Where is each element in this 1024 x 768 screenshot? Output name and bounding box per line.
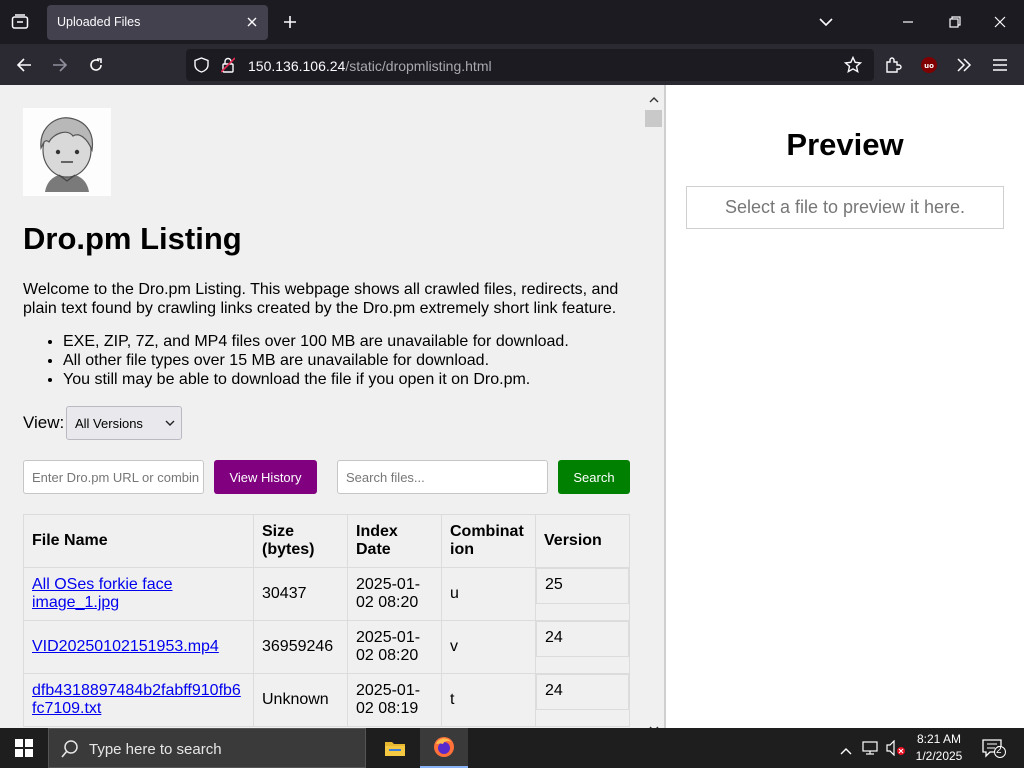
url-text: 150.136.106.24/static/dropmlisting.html bbox=[248, 58, 492, 74]
intro-paragraph: Welcome to the Dro.pm Listing. This webp… bbox=[23, 281, 619, 317]
table-row[interactable]: All OSes forkie face image_1.jpg 30437 2… bbox=[23, 567, 630, 621]
view-history-button[interactable]: View History bbox=[214, 460, 317, 494]
new-tab-icon[interactable] bbox=[278, 10, 302, 34]
preview-title: Preview bbox=[786, 127, 904, 162]
taskbar: Type here to search 8:21 AM 1/2/2025 2 bbox=[0, 728, 1024, 768]
overflow-menu-icon[interactable] bbox=[949, 50, 979, 80]
header-index-date[interactable]: Index Date bbox=[347, 514, 442, 568]
page-content: Dro.pm Listing Welcome to the Dro.pm Lis… bbox=[0, 85, 1024, 728]
close-tab-icon[interactable] bbox=[242, 12, 262, 32]
url-bar[interactable]: 150.136.106.24/static/dropmlisting.html bbox=[186, 49, 874, 81]
firefox-icon[interactable] bbox=[420, 728, 468, 768]
index-date: 2025-01-02 08:20 bbox=[347, 620, 442, 674]
clock[interactable]: 8:21 AM 1/2/2025 bbox=[905, 731, 973, 765]
minimize-icon[interactable] bbox=[893, 7, 923, 37]
scroll-down-icon[interactable] bbox=[649, 720, 659, 728]
back-arrow-icon[interactable] bbox=[9, 50, 39, 80]
restore-icon[interactable] bbox=[940, 7, 970, 37]
network-icon[interactable] bbox=[862, 740, 880, 761]
rules-list: EXE, ZIP, 7Z, and MP4 files over 100 MB … bbox=[23, 332, 633, 389]
chevron-down-icon[interactable] bbox=[814, 10, 838, 34]
clock-time: 8:21 AM bbox=[916, 732, 962, 746]
combination: u bbox=[441, 567, 536, 621]
view-label: View: bbox=[23, 413, 65, 432]
notification-icon[interactable]: 2 bbox=[982, 738, 1006, 763]
file-explorer-icon[interactable] bbox=[373, 728, 417, 768]
scroll-thumb[interactable] bbox=[645, 110, 662, 127]
insecure-lock-icon[interactable] bbox=[220, 57, 236, 78]
shield-icon[interactable] bbox=[194, 57, 209, 78]
scrollbar[interactable] bbox=[644, 85, 664, 728]
tab-list-icon[interactable] bbox=[6, 8, 34, 36]
file-size: Unknown bbox=[253, 673, 348, 727]
header-file-name[interactable]: File Name bbox=[23, 514, 254, 568]
chevron-up-icon[interactable] bbox=[840, 742, 852, 760]
combination: v bbox=[441, 620, 536, 674]
preview-pane: Preview Select a file to preview it here… bbox=[666, 85, 1024, 728]
forward-arrow-icon[interactable] bbox=[45, 50, 75, 80]
list-item: EXE, ZIP, 7Z, and MP4 files over 100 MB … bbox=[63, 332, 633, 351]
file-link[interactable]: dfb4318897484b2fabff910fb6fc7109.txt bbox=[32, 682, 241, 717]
extensions-puzzle-icon[interactable] bbox=[878, 50, 908, 80]
page-title: Dro.pm Listing bbox=[23, 221, 242, 256]
combination: t bbox=[441, 673, 536, 727]
taskbar-search-placeholder: Type here to search bbox=[89, 741, 222, 758]
bookmark-star-icon[interactable] bbox=[838, 50, 868, 80]
notification-count: 2 bbox=[996, 745, 1002, 756]
view-select[interactable]: All Versions bbox=[66, 406, 182, 440]
chevron-down-icon bbox=[165, 416, 175, 431]
table-header-row: File Name Size (bytes) Index Date Combin… bbox=[23, 514, 630, 568]
avatar-image bbox=[23, 108, 111, 196]
file-table: File Name Size (bytes) Index Date Combin… bbox=[23, 514, 630, 727]
index-date: 2025-01-02 08:20 bbox=[347, 567, 442, 621]
search-input[interactable]: Search files... bbox=[337, 460, 548, 494]
version: 24 bbox=[536, 621, 629, 657]
clock-date: 1/2/2025 bbox=[915, 749, 963, 763]
listing-pane[interactable]: Dro.pm Listing Welcome to the Dro.pm Lis… bbox=[0, 85, 664, 728]
dropm-url-input[interactable]: Enter Dro.pm URL or combin bbox=[23, 460, 204, 494]
header-version[interactable]: Version bbox=[535, 514, 630, 568]
close-window-icon[interactable] bbox=[985, 7, 1015, 37]
preview-box: Select a file to preview it here. bbox=[686, 186, 1004, 229]
list-item: You still may be able to download the fi… bbox=[63, 370, 633, 389]
version: 24 bbox=[536, 674, 629, 710]
browser-tab[interactable]: Uploaded Files bbox=[47, 5, 268, 40]
navigation-bar: 150.136.106.24/static/dropmlisting.html … bbox=[0, 44, 1024, 85]
svg-text:uo: uo bbox=[924, 62, 934, 70]
file-size: 30437 bbox=[253, 567, 348, 621]
url-path: /static/dropmlisting.html bbox=[345, 58, 492, 74]
index-date: 2025-01-02 08:19 bbox=[347, 673, 442, 727]
volume-muted-icon[interactable] bbox=[886, 739, 906, 761]
table-row[interactable]: VID20250102151953.mp4 36959246 2025-01-0… bbox=[23, 620, 630, 674]
file-link[interactable]: All OSes forkie face image_1.jpg bbox=[32, 576, 173, 611]
reload-icon[interactable] bbox=[81, 50, 111, 80]
ublock-origin-icon[interactable]: uo bbox=[914, 50, 944, 80]
hamburger-menu-icon[interactable] bbox=[985, 50, 1015, 80]
tab-bar: Uploaded Files bbox=[0, 0, 1024, 44]
view-select-value: All Versions bbox=[75, 416, 143, 431]
file-size: 36959246 bbox=[253, 620, 348, 674]
search-button[interactable]: Search bbox=[558, 460, 630, 494]
tab-title: Uploaded Files bbox=[57, 15, 141, 29]
windows-start-icon[interactable] bbox=[0, 728, 48, 768]
header-combination[interactable]: Combinat ion bbox=[441, 514, 536, 568]
search-icon bbox=[61, 740, 79, 763]
list-item: All other file types over 15 MB are unav… bbox=[63, 351, 633, 370]
url-host: 150.136.106.24 bbox=[248, 58, 346, 74]
scroll-up-icon[interactable] bbox=[649, 91, 659, 109]
file-link[interactable]: VID20250102151953.mp4 bbox=[32, 638, 219, 655]
table-row[interactable]: dfb4318897484b2fabff910fb6fc7109.txt Unk… bbox=[23, 673, 630, 727]
taskbar-search[interactable]: Type here to search bbox=[48, 728, 366, 768]
version: 25 bbox=[536, 568, 629, 604]
header-size[interactable]: Size (bytes) bbox=[253, 514, 348, 568]
